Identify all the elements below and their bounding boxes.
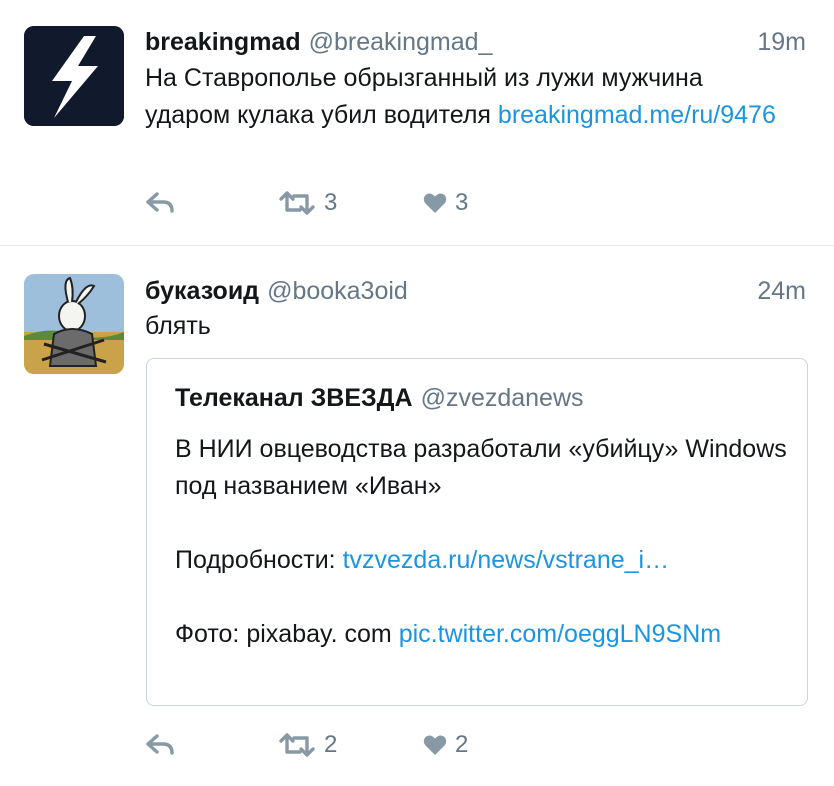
quoted-text-line: В НИИ овцеводства разработали «убийцу» W… [175, 435, 787, 500]
author-name[interactable]: breakingmad [145, 28, 301, 56]
retweet-button[interactable]: 3 [278, 185, 337, 221]
avatar[interactable] [24, 26, 124, 126]
like-count: 3 [455, 189, 469, 216]
heart-icon [423, 735, 447, 755]
tweet-header: breakingmad @breakingmad_ 19m [145, 22, 806, 62]
reply-icon [146, 192, 174, 213]
lightning-bolt-icon [24, 26, 124, 126]
quoted-photo: Фото: pixabay. com pic.twitter.com/oeggL… [175, 616, 787, 653]
timestamp[interactable]: 19m [757, 22, 806, 62]
photo-link[interactable]: pic.twitter.com/oeggLN9SNm [399, 620, 721, 648]
quoted-tweet-text: В НИИ овцеводства разработали «убийцу» W… [175, 431, 787, 653]
tweet-text: На Ставрополье обрызганный из лужи мужчи… [145, 60, 794, 134]
heart-icon [423, 193, 447, 213]
timestamp[interactable]: 24m [757, 271, 806, 311]
tweet-actions: 2 2 [145, 727, 545, 763]
avatar[interactable] [24, 274, 124, 374]
details-link[interactable]: tvzvezda.ru/news/vstrane_i… [343, 546, 670, 574]
quoted-details: Подробности: tvzvezda.ru/news/vstrane_i… [175, 542, 787, 579]
quoted-tweet[interactable]: Телеканал ЗВЕЗДА @zvezdanews В НИИ овцево… [146, 358, 808, 706]
tweet-actions: 3 3 [145, 185, 545, 221]
tweet[interactable]: breakingmad @breakingmad_ 19m На Ставропо… [0, 0, 834, 246]
tweet-link[interactable]: breakingmad.me/ru/9476 [498, 101, 776, 129]
reply-icon [146, 734, 174, 755]
tweet-text: блять [145, 312, 211, 340]
reply-button[interactable] [145, 727, 175, 763]
quoted-author-name: Телеканал ЗВЕЗДА [175, 384, 413, 412]
quoted-tweet-header: Телеканал ЗВЕЗДА @zvezdanews [175, 379, 584, 417]
retweet-button[interactable]: 2 [278, 727, 337, 763]
retweet-icon [279, 191, 315, 215]
like-button[interactable]: 2 [423, 727, 468, 763]
photo-label: Фото: pixabay. com [175, 620, 399, 648]
like-button[interactable]: 3 [423, 185, 468, 221]
author-handle[interactable]: @booka3oid [267, 277, 408, 305]
reply-button[interactable] [145, 185, 175, 221]
author-name[interactable]: буказоид [145, 277, 259, 305]
tweet-header: буказоид @booka3oid 24m [145, 271, 806, 311]
rabbit-samurai-icon [24, 274, 124, 374]
quoted-author-handle: @zvezdanews [420, 384, 584, 412]
details-label: Подробности: [175, 546, 343, 574]
retweet-icon [279, 733, 315, 757]
like-count: 2 [455, 731, 469, 758]
author-handle[interactable]: @breakingmad_ [309, 28, 493, 56]
retweet-count: 3 [324, 189, 338, 216]
retweet-count: 2 [324, 731, 338, 758]
